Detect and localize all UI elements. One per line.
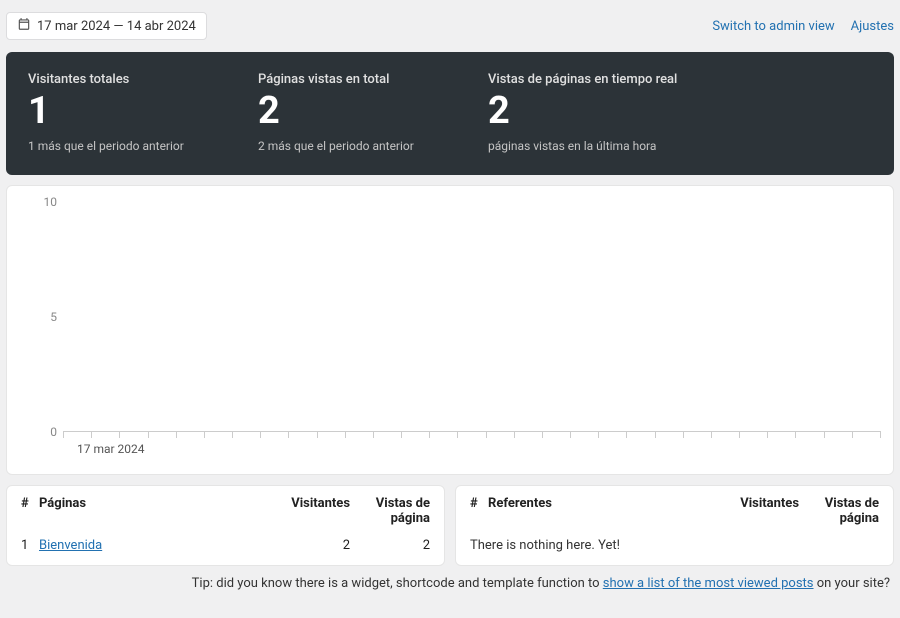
- y-tick-0: 0: [29, 425, 57, 439]
- top-links: Switch to admin view Ajustes: [712, 19, 894, 34]
- tip-prefix: Tip: did you know there is a widget, sho…: [192, 576, 603, 591]
- y-tick-10: 10: [29, 195, 57, 209]
- tip-footer: Tip: did you know there is a widget, sho…: [6, 566, 894, 591]
- stat-value: 2: [258, 91, 428, 133]
- stat-sub: páginas vistas en la última hora: [488, 139, 677, 153]
- stat-label: Visitantes totales: [28, 72, 198, 87]
- stat-pageviews: Páginas vistas en total 2 2 más que el p…: [258, 72, 428, 153]
- tables-row: # Páginas Visitantes Vistas de página 1 …: [6, 485, 894, 566]
- col-referrers: Referentes: [488, 496, 719, 511]
- chart-area: 10 5 0 17 mar 2024: [63, 202, 881, 432]
- tip-suffix: on your site?: [814, 576, 890, 591]
- pages-table-card: # Páginas Visitantes Vistas de página 1 …: [6, 485, 445, 566]
- x-tick-row: [63, 432, 881, 438]
- col-pages: Páginas: [39, 496, 270, 511]
- col-hash: #: [470, 496, 488, 511]
- stat-value: 2: [488, 91, 677, 133]
- stat-visitors: Visitantes totales 1 1 más que el period…: [28, 72, 198, 153]
- stat-realtime: Vistas de páginas en tiempo real 2 págin…: [488, 72, 677, 153]
- col-views: Vistas de página: [350, 496, 430, 526]
- settings-link[interactable]: Ajustes: [851, 19, 894, 34]
- referrers-empty-message: There is nothing here. Yet!: [470, 526, 879, 553]
- pages-table-header: # Páginas Visitantes Vistas de página: [21, 496, 430, 526]
- col-views: Vistas de página: [799, 496, 879, 526]
- switch-admin-link[interactable]: Switch to admin view: [712, 19, 834, 34]
- col-visitors: Visitantes: [270, 496, 350, 511]
- top-bar: 17 mar 2024 — 14 abr 2024 Switch to admi…: [6, 6, 894, 52]
- stat-sub: 1 más que el periodo anterior: [28, 139, 198, 153]
- date-range-text: 17 mar 2024 — 14 abr 2024: [37, 19, 196, 34]
- referrers-table-header: # Referentes Visitantes Vistas de página: [470, 496, 879, 526]
- stats-summary-card: Visitantes totales 1 1 más que el period…: [6, 52, 894, 175]
- stat-value: 1: [28, 91, 198, 133]
- x-axis-label: 17 mar 2024: [77, 442, 145, 456]
- calendar-icon: [17, 17, 31, 35]
- date-range-picker[interactable]: 17 mar 2024 — 14 abr 2024: [6, 12, 207, 40]
- table-row: 1 Bienvenida 2 2: [21, 526, 430, 553]
- chart-card: 10 5 0 17 mar 2024: [6, 185, 894, 475]
- col-hash: #: [21, 496, 39, 511]
- y-tick-5: 5: [29, 310, 57, 324]
- row-visitors: 2: [270, 538, 350, 553]
- page-link[interactable]: Bienvenida: [39, 538, 102, 553]
- col-visitors: Visitantes: [719, 496, 799, 511]
- row-index: 1: [21, 538, 39, 553]
- stat-sub: 2 más que el periodo anterior: [258, 139, 428, 153]
- stat-label: Páginas vistas en total: [258, 72, 428, 87]
- tip-link[interactable]: show a list of the most viewed posts: [603, 576, 814, 591]
- stat-label: Vistas de páginas en tiempo real: [488, 72, 677, 87]
- row-views: 2: [350, 538, 430, 553]
- referrers-table-card: # Referentes Visitantes Vistas de página…: [455, 485, 894, 566]
